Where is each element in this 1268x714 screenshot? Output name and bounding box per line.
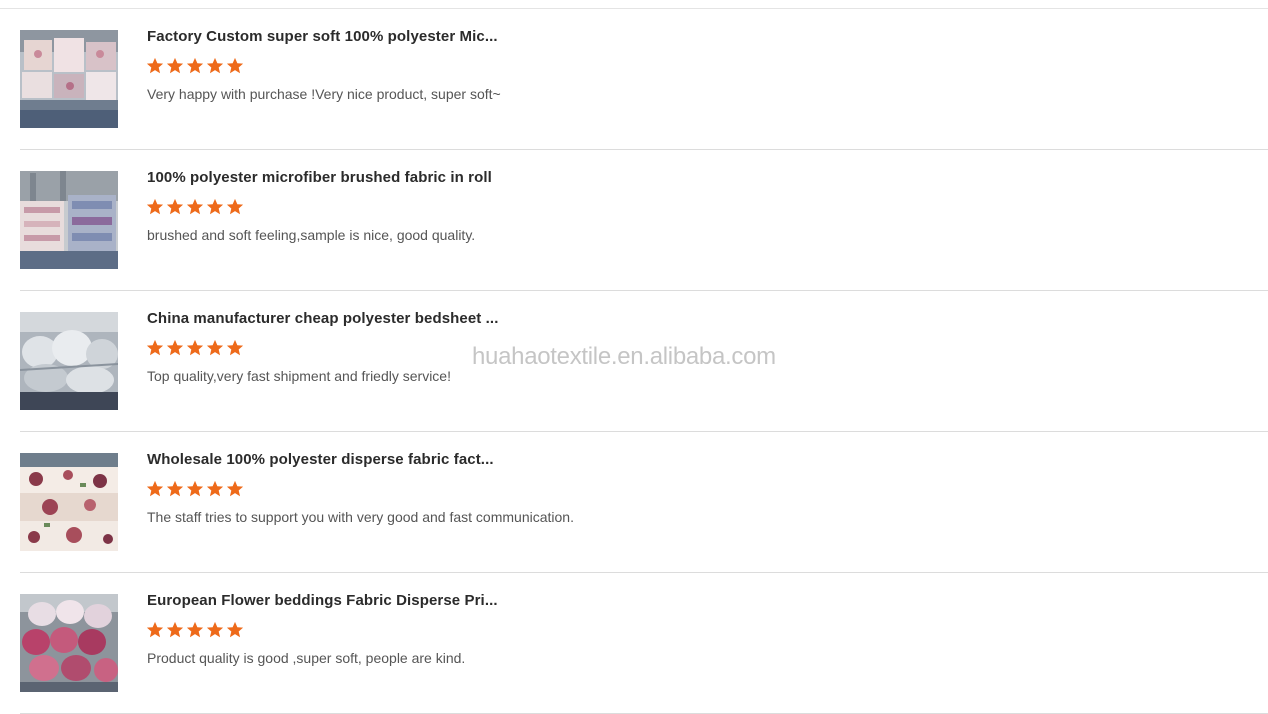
star-icon xyxy=(166,57,184,74)
star-icon xyxy=(206,621,224,638)
star-icon xyxy=(146,621,164,638)
star-icon xyxy=(206,198,224,215)
star-icon xyxy=(206,480,224,497)
product-title[interactable]: European Flower beddings Fabric Disperse… xyxy=(147,592,498,609)
star-rating xyxy=(146,480,244,500)
star-rating xyxy=(146,198,244,218)
star-icon xyxy=(206,57,224,74)
star-rating xyxy=(146,57,244,77)
product-thumbnail[interactable] xyxy=(20,312,118,410)
product-title[interactable]: 100% polyester microfiber brushed fabric… xyxy=(147,169,492,186)
star-icon xyxy=(186,57,204,74)
star-icon xyxy=(186,339,204,356)
product-thumbnail[interactable] xyxy=(20,30,118,128)
review-item: 100% polyester microfiber brushed fabric… xyxy=(20,150,1268,291)
star-icon xyxy=(186,480,204,497)
star-icon xyxy=(146,198,164,215)
star-icon xyxy=(226,57,244,74)
product-title[interactable]: Factory Custom super soft 100% polyester… xyxy=(147,28,498,45)
review-comment: brushed and soft feeling,sample is nice,… xyxy=(147,227,476,243)
star-icon xyxy=(166,198,184,215)
review-comment: Very happy with purchase !Very nice prod… xyxy=(147,86,501,102)
product-thumbnail[interactable] xyxy=(20,171,118,269)
star-icon xyxy=(166,621,184,638)
star-icon xyxy=(166,339,184,356)
star-icon xyxy=(226,198,244,215)
star-icon xyxy=(146,480,164,497)
product-thumbnail[interactable] xyxy=(20,453,118,551)
star-rating xyxy=(146,339,244,359)
product-thumbnail[interactable] xyxy=(20,594,118,692)
star-icon xyxy=(206,339,224,356)
review-item: China manufacturer cheap polyester bedsh… xyxy=(20,291,1268,432)
review-item: European Flower beddings Fabric Disperse… xyxy=(20,573,1268,714)
star-icon xyxy=(166,480,184,497)
review-comment: The staff tries to support you with very… xyxy=(147,509,574,525)
star-icon xyxy=(226,480,244,497)
star-icon xyxy=(226,339,244,356)
star-icon xyxy=(186,621,204,638)
star-icon xyxy=(186,198,204,215)
review-item: Factory Custom super soft 100% polyester… xyxy=(20,9,1268,150)
product-title[interactable]: Wholesale 100% polyester disperse fabric… xyxy=(147,451,494,468)
star-icon xyxy=(226,621,244,638)
product-title[interactable]: China manufacturer cheap polyester bedsh… xyxy=(147,310,498,327)
star-rating xyxy=(146,621,244,641)
star-icon xyxy=(146,339,164,356)
review-item: Wholesale 100% polyester disperse fabric… xyxy=(20,432,1268,573)
review-comment: Top quality,very fast shipment and fried… xyxy=(147,368,451,384)
star-icon xyxy=(146,57,164,74)
review-comment: Product quality is good ,super soft, peo… xyxy=(147,650,466,666)
